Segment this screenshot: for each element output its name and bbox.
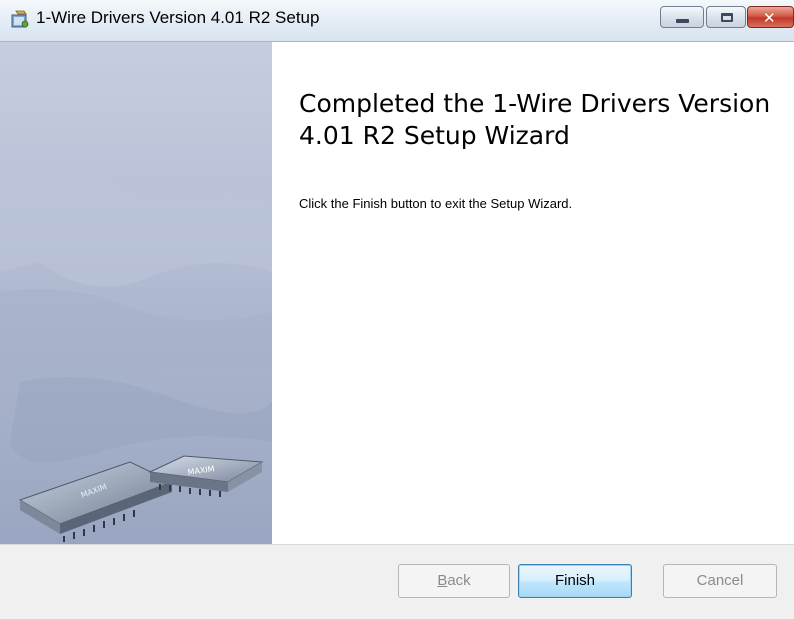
close-button[interactable]: ✕ [747, 6, 794, 28]
close-icon: ✕ [763, 9, 776, 27]
maximize-icon [721, 13, 733, 22]
back-label: ack [447, 572, 471, 589]
banner-artwork: MAXIM MAXIM [0, 164, 272, 542]
page-title: Completed the 1-Wire Drivers Version 4.0… [299, 89, 771, 150]
window-title: 1-Wire Drivers Version 4.01 R2 Setup [36, 8, 320, 27]
maximize-button[interactable] [706, 6, 746, 28]
finish-button[interactable]: Finish [518, 564, 632, 598]
back-mnemonic: B [437, 572, 448, 589]
ic-chip-image-1: MAXIM [18, 461, 174, 542]
minimize-icon [676, 19, 689, 23]
back-button[interactable]: Back [398, 564, 510, 598]
instruction-text: Click the Finish button to exit the Setu… [299, 196, 573, 211]
setup-installer-icon [11, 10, 29, 28]
footer-divider [0, 544, 794, 545]
wizard-banner: MAXIM MAXIM [0, 42, 272, 544]
cancel-button[interactable]: Cancel [663, 564, 777, 598]
minimize-button[interactable] [660, 6, 704, 28]
title-bar[interactable]: 1-Wire Drivers Version 4.01 R2 Setup ✕ [0, 0, 794, 42]
wizard-content: Completed the 1-Wire Drivers Version 4.0… [272, 42, 794, 544]
